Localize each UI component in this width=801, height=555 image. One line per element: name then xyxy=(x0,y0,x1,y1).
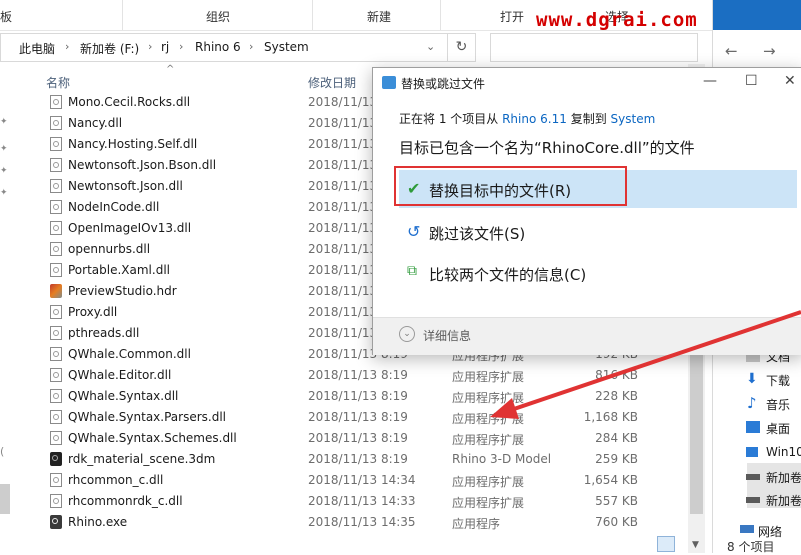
annotation-arrow-shaft xyxy=(504,310,801,414)
annotation-arrow xyxy=(490,310,801,419)
annotation-arrow-head xyxy=(490,398,519,419)
